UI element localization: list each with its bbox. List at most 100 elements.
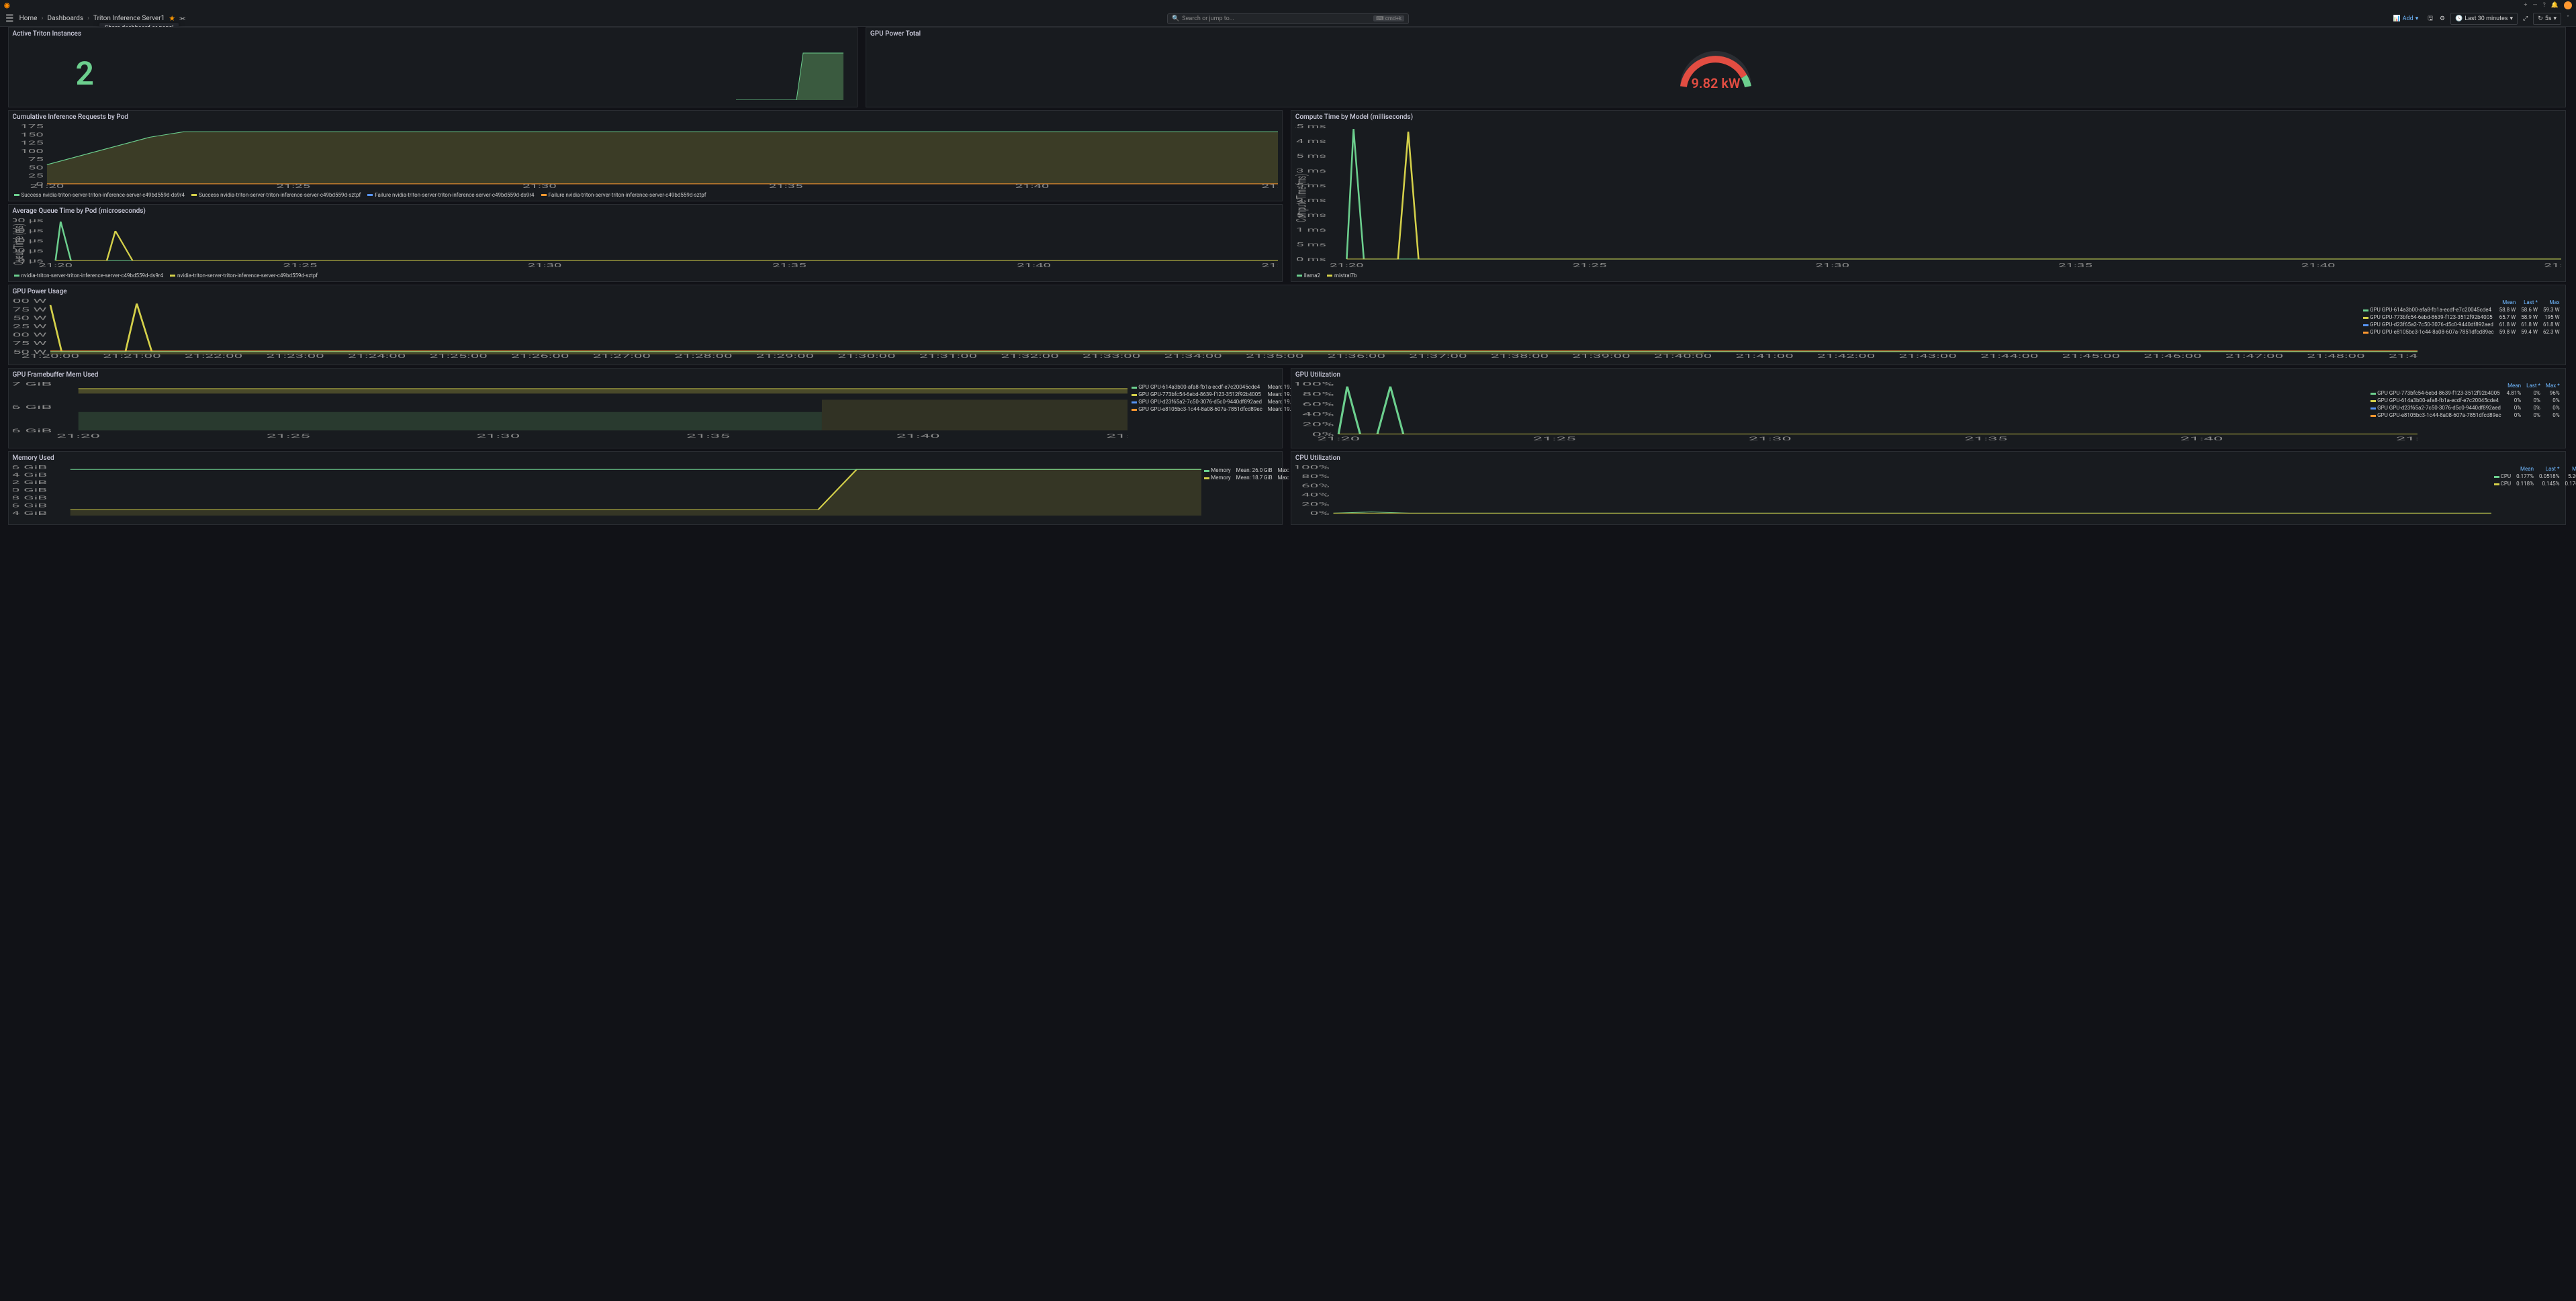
zoom-out-icon[interactable]: ⤢: [2522, 14, 2529, 23]
svg-text:21:20: 21:20: [56, 433, 100, 439]
legend-item[interactable]: GPU GPU-773bfc54-6ebd-8639-f123-3512f92b…: [2368, 389, 2563, 397]
settings-icon[interactable]: ⚙: [2438, 14, 2446, 23]
avatar[interactable]: [2564, 1, 2572, 9]
add-button[interactable]: 📊 Add ▾: [2389, 13, 2422, 25]
star-icon[interactable]: ★: [169, 14, 175, 23]
svg-text:21:48:00: 21:48:00: [2307, 353, 2364, 358]
breadcrumb-current[interactable]: Triton Inference Server1: [93, 15, 165, 22]
svg-text:18 GiB: 18 GiB: [13, 495, 47, 501]
plus-icon[interactable]: +: [2524, 2, 2527, 9]
panel-cpu-utilization[interactable]: CPU Utilization 0%20%40%60%80%100% MeanL…: [1291, 451, 2566, 525]
legend-item[interactable]: CPU0.177%0.0518%5.20%: [2491, 473, 2576, 480]
panel-cumulative-requests[interactable]: Cumulative Inference Requests by Pod 025…: [8, 110, 1283, 201]
svg-text:21:35: 21:35: [1964, 436, 2007, 442]
legend-item[interactable]: nvidia-triton-server-triton-inference-se…: [170, 273, 318, 279]
svg-text:80%: 80%: [1302, 391, 1334, 397]
breadcrumb-dashboards[interactable]: Dashboards: [48, 15, 84, 22]
legend: llama2 mistral7b: [1291, 271, 2565, 280]
search-input[interactable]: 🔍 Search or jump to... ⌨cmd+k: [1167, 13, 1409, 24]
svg-text:21:45: 21:45: [1261, 183, 1278, 188]
svg-text:21:35: 21:35: [768, 183, 802, 188]
svg-text:100 µs: 100 µs: [13, 248, 44, 254]
svg-text:21:46:00: 21:46:00: [2144, 353, 2201, 358]
legend: Success nvidia-triton-server-triton-infe…: [9, 191, 1283, 199]
panel-title: GPU Power Total: [866, 28, 2565, 40]
svg-text:21:27:00: 21:27:00: [592, 353, 650, 358]
svg-text:14 GiB: 14 GiB: [13, 511, 47, 516]
legend: GPU GPU-614a3b00-afa8-fb1a-ecdf-e7c20045…: [1129, 382, 1279, 445]
legend-item[interactable]: GPU GPU-d23f65a2-7c50-3076-d5c0-9440df89…: [2368, 404, 2563, 412]
svg-text:150 W: 150 W: [13, 315, 46, 322]
refresh-button[interactable]: ↻ 5s ▾: [2533, 13, 2561, 25]
svg-text:0.1 ms: 0.1 ms: [1295, 227, 1326, 233]
legend-item[interactable]: mistral7b: [1327, 273, 1357, 279]
legend-item[interactable]: llama2: [1297, 273, 1320, 279]
svg-text:21:33:00: 21:33:00: [1083, 353, 1140, 358]
breadcrumb-home[interactable]: Home: [19, 15, 38, 22]
panel-active-instances[interactable]: Active Triton Instances 2: [8, 27, 858, 107]
legend-item[interactable]: GPU GPU-e8105bc3-1c44-8a08-607a-7851dfcd…: [2360, 328, 2563, 336]
svg-text:175: 175: [20, 124, 44, 130]
svg-text:0.2 ms: 0.2 ms: [1295, 197, 1326, 203]
panel-memory-used[interactable]: Memory Used 14 GiB16 GiB18 GiB20 GiB22 G…: [8, 451, 1283, 525]
panel-title: GPU Power Usage: [9, 285, 2565, 298]
legend-item[interactable]: Success nvidia-triton-server-triton-infe…: [191, 192, 361, 198]
save-icon[interactable]: 🖫: [2426, 12, 2434, 26]
stat-value: 2: [76, 54, 94, 93]
svg-text:21:25: 21:25: [1532, 436, 1575, 442]
svg-text:21:35: 21:35: [2058, 262, 2092, 269]
svg-text:21:35:00: 21:35:00: [1246, 353, 1303, 358]
legend-item[interactable]: GPU GPU-614a3b00-afa8-fb1a-ecdf-e7c20045…: [2368, 397, 2563, 404]
panel-title: Cumulative Inference Requests by Pod: [9, 111, 1283, 124]
svg-text:125 W: 125 W: [13, 324, 46, 330]
chart: 0%20%40%60%80%100%: [1295, 465, 2491, 516]
chevron-expand-icon[interactable]: ˇ: [2565, 14, 2571, 23]
panel-gpu-power-usage[interactable]: GPU Power Usage 50 W75 W100 W125 W150 W1…: [8, 285, 2566, 365]
svg-text:21:43:00: 21:43:00: [1898, 353, 1956, 358]
panel-gpu-framebuffer[interactable]: GPU Framebuffer Mem Used 19.6 GiB19.6 Gi…: [8, 368, 1283, 448]
panel-queue-time[interactable]: Average Queue Time by Pod (microseconds)…: [8, 204, 1283, 282]
legend-item[interactable]: GPU GPU-e8105bc3-1c44-8a08-607a-7851dfcd…: [2368, 412, 2563, 419]
svg-text:19.6 GiB: 19.6 GiB: [13, 404, 52, 410]
svg-text:21:20: 21:20: [1317, 436, 1360, 442]
svg-text:19.6 GiB: 19.6 GiB: [13, 428, 52, 434]
share-icon[interactable]: ⫘: [179, 15, 185, 22]
help-icon[interactable]: ?: [2543, 2, 2546, 9]
svg-text:21:31:00: 21:31:00: [919, 353, 976, 358]
panel-gpu-power-total[interactable]: GPU Power Total 9.82 kW: [866, 27, 2566, 107]
menu-icon[interactable]: ☰: [5, 13, 14, 24]
svg-text:0.05 ms: 0.05 ms: [1295, 242, 1326, 248]
panel-gpu-utilization[interactable]: GPU Utilization 0%20%40%60%80%100% 21:20…: [1291, 368, 2566, 448]
legend-item[interactable]: Success nvidia-triton-server-triton-infe…: [14, 192, 185, 198]
legend: MeanLast *Max CPU0.177%0.0518%5.20% CPU0…: [2491, 465, 2563, 522]
time-range-button[interactable]: 🕓 Last 30 minutes ▾: [2450, 13, 2518, 25]
svg-text:400 µs: 400 µs: [13, 218, 44, 224]
legend-item[interactable]: GPU GPU-d23f65a2-7c50-3076-d5c0-9440df89…: [2360, 321, 2563, 328]
legend-item[interactable]: GPU GPU-614a3b00-afa8-fb1a-ecdf-e7c20045…: [2360, 306, 2563, 314]
legend-item[interactable]: GPU GPU-773bfc54-6ebd-8639-f123-3512f92b…: [2360, 314, 2563, 321]
svg-text:0.3 ms: 0.3 ms: [1295, 168, 1326, 174]
svg-text:21:35: 21:35: [686, 433, 730, 439]
chart: Queue Time (ms) 0 µs100 µs200 µs300 µs40…: [13, 218, 1279, 269]
sparkline: [736, 46, 843, 100]
svg-text:20%: 20%: [1302, 421, 1334, 427]
panel-title: Memory Used: [9, 452, 1283, 465]
svg-text:75 W: 75 W: [13, 340, 46, 347]
svg-text:60%: 60%: [1302, 401, 1334, 407]
legend-item[interactable]: CPU0.118%0.145%0.176%: [2491, 480, 2576, 487]
legend: MemoryMean: 26.0 GiBMax: 26.0 GiB Memory…: [1201, 465, 1279, 522]
svg-text:80%: 80%: [1301, 474, 1330, 480]
grafana-logo-icon[interactable]: ◉: [4, 2, 10, 9]
legend-item[interactable]: Failure nvidia-triton-server-triton-infe…: [541, 192, 706, 198]
panel-compute-time[interactable]: Compute Time by Model (milliseconds) Com…: [1291, 110, 2566, 282]
svg-text:21:42:00: 21:42:00: [1817, 353, 1875, 358]
news-icon[interactable]: 🔔: [2551, 2, 2559, 9]
svg-text:21:36:00: 21:36:00: [1327, 353, 1385, 358]
navbar: ☰ Home › Dashboards › Triton Inference S…: [0, 11, 2576, 27]
svg-text:26 GiB: 26 GiB: [13, 465, 47, 470]
expand-icon[interactable]: —: [2532, 2, 2537, 9]
panel-title: Average Queue Time by Pod (microseconds): [9, 205, 1283, 218]
legend-item[interactable]: Failure nvidia-triton-server-triton-infe…: [367, 192, 534, 198]
svg-text:0.35 ms: 0.35 ms: [1295, 153, 1326, 159]
legend-item[interactable]: nvidia-triton-server-triton-inference-se…: [14, 273, 164, 279]
